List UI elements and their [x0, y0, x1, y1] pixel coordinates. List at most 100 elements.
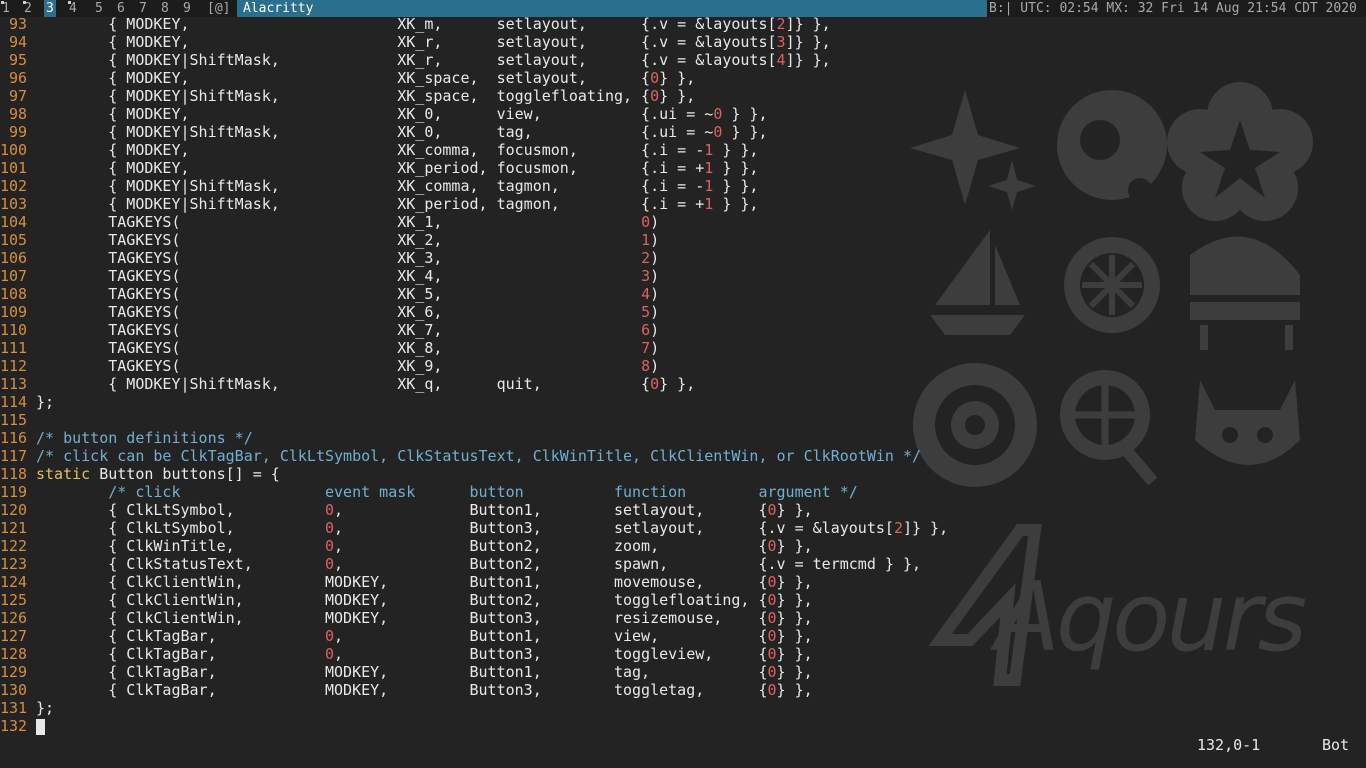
- line-number: 115: [0, 411, 28, 429]
- code-text: { MODKEY|ShiftMask, XK_space, togglefloa…: [36, 87, 696, 105]
- code-text: TAGKEYS( XK_6, 5): [36, 303, 660, 321]
- line-number: 96: [8, 69, 27, 87]
- code-line[interactable]: 103 { MODKEY|ShiftMask, XK_period, tagmo…: [0, 195, 1366, 213]
- code-text: { MODKEY, XK_comma, focusmon, {.i = -1 }…: [36, 141, 759, 159]
- code-line[interactable]: 99 { MODKEY|ShiftMask, XK_0, tag, {.ui =…: [0, 123, 1366, 141]
- code-line[interactable]: 112 TAGKEYS( XK_9, 8): [0, 357, 1366, 375]
- code-line[interactable]: 126 { ClkClientWin, MODKEY, Button3, res…: [0, 609, 1366, 627]
- code-line[interactable]: 94 { MODKEY, XK_r, setlayout, {.v = &lay…: [0, 33, 1366, 51]
- line-number: 101: [0, 159, 28, 177]
- code-line[interactable]: 110 TAGKEYS( XK_7, 6): [0, 321, 1366, 339]
- code-line[interactable]: 128 { ClkTagBar, 0, Button3, toggleview,…: [0, 645, 1366, 663]
- code-text: { MODKEY|ShiftMask, XK_r, setlayout, {.v…: [36, 51, 831, 69]
- code-line[interactable]: 125 { ClkClientWin, MODKEY, Button2, tog…: [0, 591, 1366, 609]
- code-line[interactable]: 96 { MODKEY, XK_space, setlayout, {0} },: [0, 69, 1366, 87]
- code-text: { ClkTagBar, 0, Button3, toggleview, {0}…: [36, 645, 813, 663]
- line-number: 93: [8, 15, 27, 33]
- code-line[interactable]: 104 TAGKEYS( XK_1, 0): [0, 213, 1366, 231]
- line-number: 94: [8, 33, 27, 51]
- code-line[interactable]: 117 /* click can be ClkTagBar, ClkLtSymbo…: [0, 447, 1366, 465]
- line-number: 105: [0, 231, 28, 249]
- code-text: TAGKEYS( XK_9, 8): [36, 357, 660, 375]
- line-number: 132: [0, 717, 28, 735]
- code-text: { ClkClientWin, MODKEY, Button2, togglef…: [36, 591, 813, 609]
- line-number: 119: [0, 483, 28, 501]
- code-line[interactable]: 120 { ClkLtSymbol, 0, Button1, setlayout…: [0, 501, 1366, 519]
- code-text: { ClkWinTitle, 0, Button2, zoom, {0} },: [36, 537, 813, 555]
- vim-editor[interactable]: 93 { MODKEY, XK_m, setlayout, {.v = &lay…: [0, 15, 1366, 735]
- line-number: 116: [0, 429, 28, 447]
- code-line[interactable]: 106 TAGKEYS( XK_3, 2): [0, 249, 1366, 267]
- code-text: /* click can be ClkTagBar, ClkLtSymbol, …: [36, 447, 922, 465]
- code-text: { ClkClientWin, MODKEY, Button3, resizem…: [36, 609, 813, 627]
- code-line[interactable]: 132: [0, 717, 1366, 735]
- line-number: 117: [0, 447, 28, 465]
- line-number: 103: [0, 195, 28, 213]
- code-text: TAGKEYS( XK_8, 7): [36, 339, 660, 357]
- line-number: 123: [0, 555, 28, 573]
- tag-occupied-indicator: [1, 1, 4, 4]
- line-number: 126: [0, 609, 28, 627]
- code-line[interactable]: 93 { MODKEY, XK_m, setlayout, {.v = &lay…: [0, 15, 1366, 33]
- code-text: TAGKEYS( XK_3, 2): [36, 249, 660, 267]
- code-line[interactable]: 113 { MODKEY|ShiftMask, XK_q, quit, {0} …: [0, 375, 1366, 393]
- code-line[interactable]: 102 { MODKEY|ShiftMask, XK_comma, tagmon…: [0, 177, 1366, 195]
- line-number: 124: [0, 573, 28, 591]
- code-text: static Button buttons[] = {: [36, 465, 280, 483]
- code-line[interactable]: 111 TAGKEYS( XK_8, 7): [0, 339, 1366, 357]
- line-number: 127: [0, 627, 28, 645]
- code-line[interactable]: 129 { ClkTagBar, MODKEY, Button1, tag, {…: [0, 663, 1366, 681]
- line-number: 128: [0, 645, 28, 663]
- code-line[interactable]: 116 /* button definitions */: [0, 429, 1366, 447]
- line-number: 130: [0, 681, 28, 699]
- line-number: 110: [0, 321, 28, 339]
- code-text: TAGKEYS( XK_2, 1): [36, 231, 660, 249]
- line-number: 100: [0, 141, 28, 159]
- code-line[interactable]: 121 { ClkLtSymbol, 0, Button3, setlayout…: [0, 519, 1366, 537]
- code-line[interactable]: 107 TAGKEYS( XK_4, 3): [0, 267, 1366, 285]
- code-text: { MODKEY|ShiftMask, XK_comma, tagmon, {.…: [36, 177, 759, 195]
- code-line[interactable]: 109 TAGKEYS( XK_6, 5): [0, 303, 1366, 321]
- code-line[interactable]: 114};: [0, 393, 1366, 411]
- line-number: 99: [8, 123, 27, 141]
- code-line[interactable]: 131};: [0, 699, 1366, 717]
- code-text: { ClkTagBar, 0, Button1, view, {0} },: [36, 627, 813, 645]
- code-line[interactable]: 105 TAGKEYS( XK_2, 1): [0, 231, 1366, 249]
- cursor-position-ruler: 132,0-1: [1197, 736, 1261, 754]
- code-line[interactable]: 119 /* click event mask button function …: [0, 483, 1366, 501]
- code-line[interactable]: 118 static Button buttons[] = {: [0, 465, 1366, 483]
- code-text: };: [36, 699, 55, 717]
- code-line[interactable]: 97 { MODKEY|ShiftMask, XK_space, togglef…: [0, 87, 1366, 105]
- code-line[interactable]: 108 TAGKEYS( XK_5, 4): [0, 285, 1366, 303]
- line-number: 125: [0, 591, 28, 609]
- line-number: 120: [0, 501, 28, 519]
- line-number: 95: [8, 51, 27, 69]
- code-text: [36, 717, 45, 735]
- line-number: 97: [8, 87, 27, 105]
- code-line[interactable]: 122 { ClkWinTitle, 0, Button2, zoom, {0}…: [0, 537, 1366, 555]
- code-line[interactable]: 101 { MODKEY, XK_period, focusmon, {.i =…: [0, 159, 1366, 177]
- line-number: 131: [0, 699, 28, 717]
- code-line[interactable]: 95 { MODKEY|ShiftMask, XK_r, setlayout, …: [0, 51, 1366, 69]
- code-line[interactable]: 100 { MODKEY, XK_comma, focusmon, {.i = …: [0, 141, 1366, 159]
- code-text: { MODKEY, XK_period, focusmon, {.i = +1 …: [36, 159, 759, 177]
- code-text: TAGKEYS( XK_1, 0): [36, 213, 660, 231]
- line-number: 122: [0, 537, 28, 555]
- tag-occupied-indicator: [68, 1, 71, 4]
- code-line[interactable]: 98 { MODKEY, XK_0, view, {.ui = ~0 } },: [0, 105, 1366, 123]
- code-line[interactable]: 115: [0, 411, 1366, 429]
- line-number: 121: [0, 519, 28, 537]
- code-line[interactable]: 124 { ClkClientWin, MODKEY, Button1, mov…: [0, 573, 1366, 591]
- line-number: 107: [0, 267, 28, 285]
- code-text: /* button definitions */: [36, 429, 253, 447]
- code-text: TAGKEYS( XK_4, 3): [36, 267, 660, 285]
- code-text: { MODKEY, XK_r, setlayout, {.v = &layout…: [36, 33, 831, 51]
- line-number: 109: [0, 303, 28, 321]
- line-number: 118: [0, 465, 28, 483]
- code-line[interactable]: 123 { ClkStatusText, 0, Button2, spawn, …: [0, 555, 1366, 573]
- code-line[interactable]: 130 { ClkTagBar, MODKEY, Button3, toggle…: [0, 681, 1366, 699]
- text-cursor: [36, 718, 45, 735]
- code-text: { ClkTagBar, MODKEY, Button1, tag, {0} }…: [36, 663, 813, 681]
- line-number: 113: [0, 375, 28, 393]
- code-line[interactable]: 127 { ClkTagBar, 0, Button1, view, {0} }…: [0, 627, 1366, 645]
